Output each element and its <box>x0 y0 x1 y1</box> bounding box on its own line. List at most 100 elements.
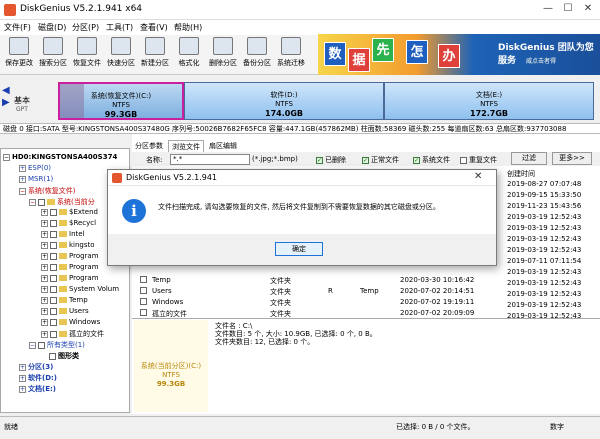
expand-icon[interactable]: + <box>41 274 48 282</box>
checkbox[interactable] <box>140 276 147 283</box>
search-partition-button[interactable]: 搜索分区 <box>36 37 70 73</box>
expand-icon[interactable]: + <box>19 164 26 172</box>
expand-icon[interactable]: + <box>41 241 48 249</box>
menu-file[interactable]: 文件(F) <box>4 22 31 33</box>
dialog-close-button[interactable]: ✕ <box>474 171 482 182</box>
maximize-button[interactable]: ☐ <box>560 2 576 16</box>
checkbox[interactable] <box>50 241 57 249</box>
column-header-created[interactable]: 创建时间 <box>507 169 535 179</box>
tree-node-all-types[interactable]: − 所有类型(1) <box>29 340 85 350</box>
tree-folder[interactable]: + $Recycl <box>41 219 96 227</box>
expand-icon[interactable]: + <box>19 385 26 393</box>
tree-node-software[interactable]: + 软件(D:) <box>19 373 57 383</box>
menu-tools[interactable]: 工具(T) <box>106 22 133 33</box>
tree-node-disk[interactable]: − HD0:KINGSTONSA400S374 <box>3 153 117 161</box>
expand-icon[interactable]: + <box>41 318 48 326</box>
tree-node-msr[interactable]: + MSR(1) <box>19 175 53 183</box>
expand-icon[interactable]: + <box>41 219 48 227</box>
checkbox[interactable] <box>50 219 57 227</box>
collapse-icon[interactable]: − <box>19 187 26 195</box>
tab-sector-edit[interactable]: 扇区编辑 <box>206 140 240 152</box>
menu-view[interactable]: 查看(V) <box>140 22 168 33</box>
table-row[interactable]: Users 文件夹 R Temp 2020-07-02 20:14:51 <box>140 287 600 297</box>
tab-partition-params[interactable]: 分区参数 <box>132 140 166 152</box>
quick-partition-button[interactable]: 快速分区 <box>104 37 138 73</box>
checkbox[interactable] <box>140 298 147 305</box>
menu-disk[interactable]: 磁盘(D) <box>38 22 66 33</box>
normal-files-checkbox[interactable]: ✓ 正常文件 <box>362 155 399 165</box>
checkbox[interactable] <box>50 307 57 315</box>
name-filter-input[interactable]: *.* <box>170 154 250 165</box>
expand-icon[interactable]: + <box>41 263 48 271</box>
arrow-right-icon[interactable]: ▶ <box>2 97 10 108</box>
backup-partition-button[interactable]: 备份分区 <box>240 37 274 73</box>
tree-folder[interactable]: + kingsto <box>41 241 95 249</box>
minimize-button[interactable]: — <box>540 2 556 16</box>
expand-icon[interactable]: + <box>19 363 26 371</box>
expand-icon[interactable]: + <box>19 374 26 382</box>
collapse-icon[interactable]: − <box>29 198 36 206</box>
system-files-checkbox[interactable]: ✓ 系统文件 <box>413 155 450 165</box>
checkbox[interactable] <box>38 198 45 206</box>
tree-folder[interactable]: + Temp <box>41 296 88 304</box>
tree-folder[interactable]: + $Extend <box>41 208 98 216</box>
partition-system[interactable]: 系统(恢复文件)(C:) NTFS 99.3GB <box>58 82 184 120</box>
checkbox[interactable] <box>50 285 57 293</box>
checkbox[interactable] <box>50 296 57 304</box>
expand-icon[interactable]: + <box>41 208 48 216</box>
tree-folder[interactable]: + System Volum <box>41 285 119 293</box>
table-row[interactable]: Temp 文件夹 2020-03-30 10:16:42 <box>140 276 600 286</box>
collapse-icon[interactable]: − <box>3 153 10 161</box>
tree-folder[interactable]: + Program <box>41 274 99 282</box>
tree-folder[interactable]: + Program <box>41 263 99 271</box>
expand-icon[interactable]: + <box>19 175 26 183</box>
menu-partition[interactable]: 分区(P) <box>72 22 99 33</box>
tree-folder[interactable]: + Program <box>41 252 99 260</box>
table-row[interactable]: Windows 文件夹 2020-07-02 19:19:11 <box>140 298 600 308</box>
tree-folder[interactable]: + Intel <box>41 230 85 238</box>
expand-icon[interactable]: + <box>41 252 48 260</box>
checkbox[interactable] <box>38 341 45 349</box>
tree-folder[interactable]: + Users <box>41 307 89 315</box>
arrow-left-icon[interactable]: ◀ <box>2 85 10 96</box>
expand-icon[interactable]: + <box>41 230 48 238</box>
checkbox[interactable] <box>50 330 57 338</box>
promo-banner[interactable]: 数 据 先 怎 办 DiskGenius 团队为您服务 威点击者得 <box>318 34 600 75</box>
checkbox[interactable] <box>49 352 56 360</box>
tree-node-documents[interactable]: + 文档(E:) <box>19 384 56 394</box>
collapse-icon[interactable]: − <box>29 341 36 349</box>
expand-icon[interactable]: + <box>41 296 48 304</box>
expand-icon[interactable]: + <box>41 330 48 338</box>
tree-node-system-recovery[interactable]: − 系统(恢复文件) <box>19 186 75 196</box>
new-partition-button[interactable]: 新建分区 <box>138 37 172 73</box>
system-migrate-button[interactable]: 系统迁移 <box>274 37 308 73</box>
ok-button[interactable]: 确定 <box>275 242 323 256</box>
tree-node-system-current[interactable]: − 系统(当前分 <box>29 197 95 207</box>
checkbox[interactable] <box>50 252 57 260</box>
tree-node-image-type[interactable]: 图形类 <box>49 351 79 361</box>
expand-icon[interactable]: + <box>41 307 48 315</box>
checkbox[interactable] <box>50 274 57 282</box>
checkbox[interactable] <box>50 263 57 271</box>
partition-documents[interactable]: 文档(E:) NTFS 172.7GB <box>384 82 594 120</box>
checkbox[interactable] <box>140 287 147 294</box>
more-button[interactable]: 更多>> <box>552 152 592 165</box>
checkbox[interactable] <box>50 318 57 326</box>
recover-files-button[interactable]: 恢复文件 <box>70 37 104 73</box>
filter-button[interactable]: 过滤 <box>511 152 547 165</box>
checkbox[interactable] <box>50 230 57 238</box>
save-changes-button[interactable]: 保存更改 <box>2 37 36 73</box>
tree-node-esp[interactable]: + ESP(0) <box>19 164 51 172</box>
checkbox[interactable] <box>50 208 57 216</box>
close-button[interactable]: ✕ <box>580 2 596 16</box>
delete-partition-button[interactable]: 删除分区 <box>206 37 240 73</box>
expand-icon[interactable]: + <box>41 285 48 293</box>
deleted-checkbox[interactable]: ✓ 已删除 <box>316 155 346 165</box>
tree-folder[interactable]: + 孤立的文件 <box>41 329 104 339</box>
format-button[interactable]: 格式化 <box>172 37 206 73</box>
checkbox[interactable] <box>140 309 147 316</box>
menu-help[interactable]: 帮助(H) <box>174 22 202 33</box>
tree-node-partitions[interactable]: + 分区(3) <box>19 362 53 372</box>
tree-folder[interactable]: + Windows <box>41 318 100 326</box>
duplicate-files-checkbox[interactable]: 重复文件 <box>460 155 497 165</box>
